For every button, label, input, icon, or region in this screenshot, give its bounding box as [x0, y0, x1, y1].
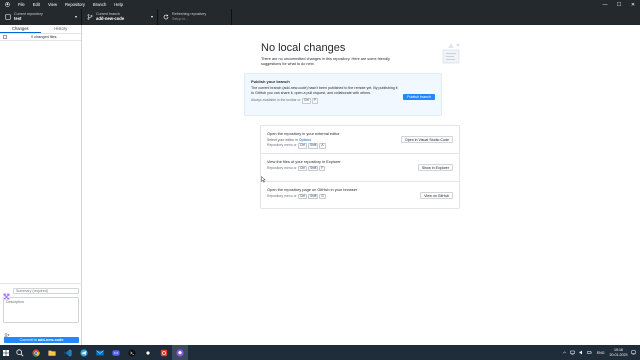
action-hint-text: Repository menu or: [267, 193, 297, 198]
menu-help[interactable]: Help: [110, 0, 127, 9]
changed-files-count: 0 changed files: [30, 35, 57, 39]
kbd-key: F: [319, 165, 326, 172]
menu-branch[interactable]: Branch: [89, 0, 110, 9]
action-view-github: Open the repository page on GitHub in yo…: [261, 182, 459, 210]
sync-icon: [163, 14, 169, 20]
windows-taskbar: ENG 19:16 20.01.2023: [0, 345, 640, 360]
system-tray: ENG 19:16 20.01.2023: [559, 345, 640, 360]
menu-file[interactable]: File: [14, 0, 29, 9]
options-link[interactable]: Options: [299, 138, 311, 142]
publish-title: Publish your branch: [251, 79, 290, 84]
window-controls: — ☐ ✕: [598, 0, 640, 9]
kbd-key: P: [312, 98, 319, 104]
publish-branch-card: Publish your branch The current branch (…: [244, 73, 442, 116]
chevron-down-icon: ▾: [74, 14, 77, 19]
search-icon[interactable]: [12, 345, 28, 360]
office-icon[interactable]: [156, 345, 172, 360]
clock[interactable]: 19:16 20.01.2023: [610, 348, 628, 356]
kbd-key: Ctrl: [298, 165, 308, 172]
page-description: There are no uncommitted changes in this…: [261, 57, 390, 66]
tab-changes[interactable]: Changes: [0, 25, 41, 33]
language-indicator[interactable]: ENG: [597, 351, 605, 355]
sidebar-tabs: Changes History: [0, 25, 81, 34]
github-logo-icon: [0, 0, 14, 9]
publish-description: The current branch (add-new-code) hasn't…: [251, 86, 398, 95]
action-open-editor: Open the repository in your external edi…: [261, 126, 459, 154]
battery-icon[interactable]: [587, 350, 593, 356]
mail-icon[interactable]: [92, 345, 108, 360]
refresh-status: Setup in...: [172, 17, 189, 21]
commit-summary-input[interactable]: [13, 287, 79, 294]
kbd-key: G: [319, 193, 326, 200]
chevron-up-icon[interactable]: [561, 350, 567, 356]
menu-edit[interactable]: Edit: [29, 0, 44, 9]
publish-branch-button[interactable]: Publish branch: [403, 94, 435, 100]
maximize-button[interactable]: ☐: [612, 0, 626, 9]
current-branch-selector[interactable]: Current branch add-new-code ▾: [82, 9, 158, 25]
chevron-down-icon: ▾: [150, 14, 153, 19]
tab-history[interactable]: History: [41, 25, 82, 33]
commit-area: Description Commit to add-new-code: [0, 283, 82, 345]
sidebar: Changes History 0 changed files Descript…: [0, 25, 82, 345]
action-hint-text: Repository menu or: [267, 165, 297, 170]
telegram-icon[interactable]: [76, 345, 92, 360]
view-on-github-button[interactable]: View on GitHub: [420, 192, 453, 199]
github-desktop-taskbar-icon[interactable]: [172, 345, 188, 360]
no-changes-header: No local changes There are no uncommitte…: [261, 42, 541, 66]
publish-hint-text: Always available in the toolbar or: [251, 98, 301, 103]
file-explorer-icon[interactable]: [44, 345, 60, 360]
notification-icon[interactable]: [630, 350, 636, 356]
kbd-key: Shift: [308, 143, 319, 149]
repo-name: test: [14, 16, 22, 21]
commit-button-branch: add-new-code: [37, 338, 64, 342]
page-title: No local changes: [261, 42, 346, 54]
commit-button[interactable]: Commit to add-new-code: [4, 337, 79, 343]
action-hint: Repository menu or Ctrl Shift A: [267, 143, 453, 149]
network-icon[interactable]: [570, 350, 576, 356]
app-icon[interactable]: [140, 345, 156, 360]
action-hint-text: Repository menu or: [267, 143, 297, 147]
commit-button-prefix: Commit to: [19, 338, 38, 342]
action-subtitle-text: Select your editor in: [267, 137, 298, 142]
open-in-editor-button[interactable]: Open in Visual Studio Code: [400, 136, 453, 143]
windows-start-icon[interactable]: [0, 345, 12, 360]
volume-icon[interactable]: [578, 350, 584, 356]
toolbar: Current repository test ▾ Current branch…: [0, 9, 640, 25]
github-desktop-window: File Edit View Repository Branch Help — …: [0, 0, 640, 360]
mouse-cursor-icon: [261, 176, 266, 183]
changed-files-header: 0 changed files: [0, 34, 81, 41]
kbd-key: Shift: [308, 165, 319, 172]
branch-icon: [87, 14, 93, 20]
menu-view[interactable]: View: [44, 0, 61, 9]
main-panel: No local changes There are no uncommitte…: [82, 25, 640, 345]
action-show-explorer: View the files of your repository in Exp…: [261, 154, 459, 182]
kbd-key: Shift: [308, 193, 319, 200]
kbd-key: Ctrl: [302, 98, 311, 104]
avatar: [3, 287, 10, 300]
menu-bar: File Edit View Repository Branch Help — …: [0, 0, 640, 9]
close-button[interactable]: ✕: [626, 0, 640, 9]
menu-repository[interactable]: Repository: [61, 0, 89, 9]
terminal-icon[interactable]: [124, 345, 140, 360]
discord-icon[interactable]: [108, 345, 124, 360]
vscode-icon[interactable]: [60, 345, 76, 360]
current-repository-selector[interactable]: Current repository test ▾: [0, 9, 82, 25]
minimize-button[interactable]: —: [598, 0, 612, 9]
show-in-explorer-button[interactable]: Show in Explorer: [417, 164, 453, 171]
suggested-actions: Open the repository in your external edi…: [260, 125, 460, 209]
refresh-repository-button[interactable]: Refreshing repository Setup in...: [158, 9, 232, 25]
kbd-key: Ctrl: [298, 143, 308, 149]
commit-description-input[interactable]: Description: [3, 297, 79, 323]
clock-date: 20.01.2023: [609, 352, 628, 357]
chrome-icon[interactable]: [28, 345, 44, 360]
kbd-key: A: [319, 143, 326, 149]
repo-icon: [5, 14, 11, 20]
branch-name: add-new-code: [96, 16, 125, 21]
empty-state-illustration: [439, 41, 461, 67]
add-coauthor-icon[interactable]: [4, 325, 10, 338]
kbd-key: Ctrl: [298, 193, 308, 200]
